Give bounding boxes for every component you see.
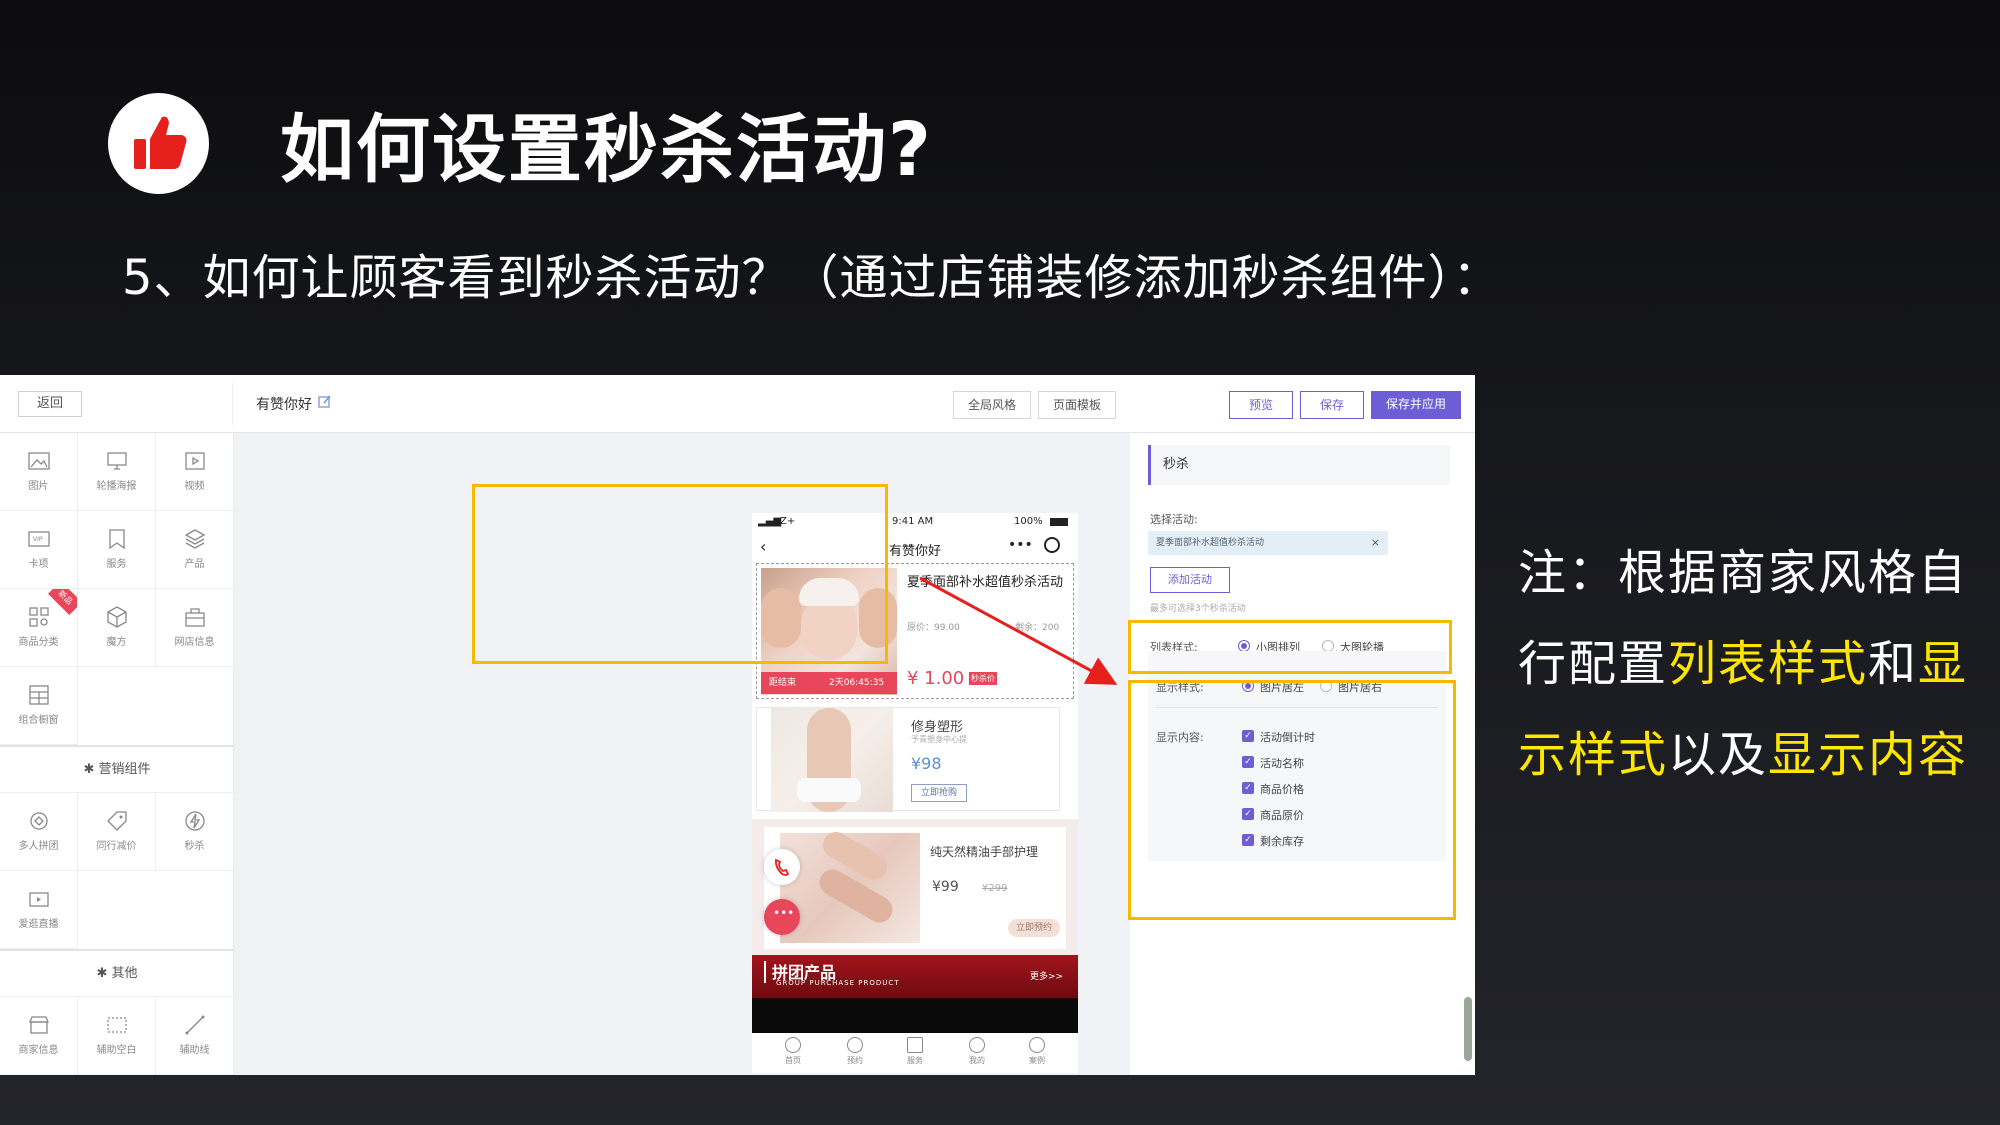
slide-background: 如何设置秒杀活动? 5、如何让顾客看到秒杀活动？（通过店铺装修添加秒杀组件）： … xyxy=(0,0,2000,1125)
red-arrow xyxy=(919,576,1118,685)
